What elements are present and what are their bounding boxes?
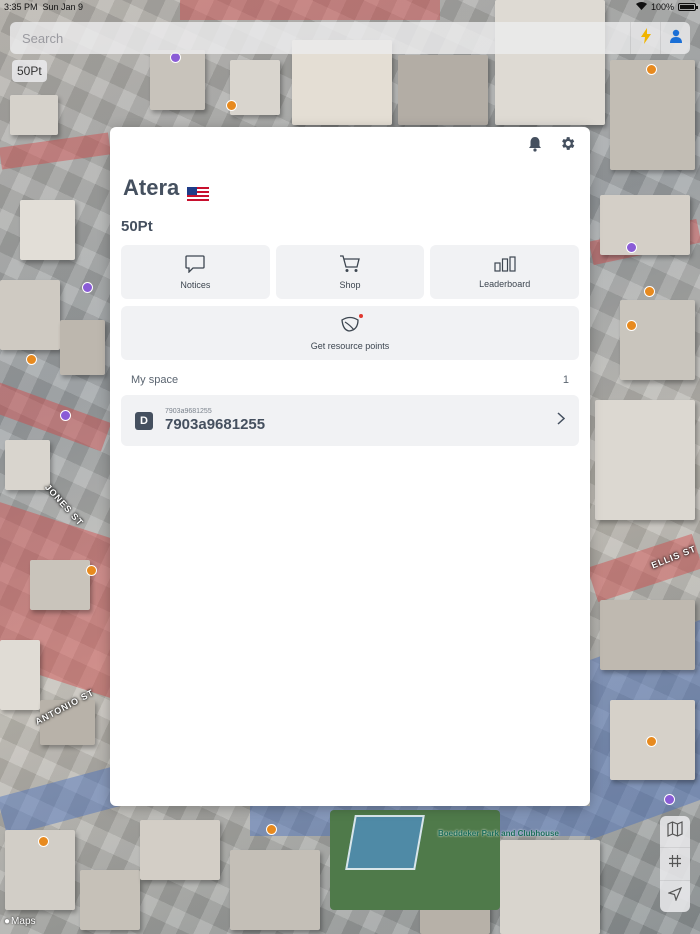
poi-icon — [86, 565, 97, 576]
poi-icon — [644, 286, 655, 297]
poi-icon — [38, 836, 49, 847]
person-icon — [669, 29, 683, 48]
building — [5, 440, 50, 490]
notification-dot — [359, 313, 363, 318]
building — [30, 560, 90, 610]
get-resource-points-button[interactable]: Get resource points — [121, 306, 579, 360]
status-date: Sun Jan 9 — [42, 2, 84, 12]
poi-icon — [646, 64, 657, 75]
building — [595, 400, 695, 520]
poi-icon — [626, 320, 637, 331]
building — [500, 840, 600, 934]
points-balance: 50Pt — [121, 218, 153, 235]
poi-icon — [60, 410, 71, 421]
building — [60, 320, 105, 375]
poi-icon — [82, 282, 93, 293]
leaderboard-label: Leaderboard — [479, 278, 531, 289]
building — [10, 95, 58, 135]
poi-icon — [26, 354, 37, 365]
notices-button[interactable]: Notices — [121, 245, 270, 299]
building — [600, 195, 690, 255]
space-badge: D — [135, 411, 153, 430]
street — [0, 132, 111, 170]
battery-icon — [678, 3, 698, 11]
space-subtitle: 7903a9681255 — [165, 408, 212, 415]
maps-attribution: ● Maps — [4, 916, 36, 927]
my-space-title: My space — [131, 374, 179, 386]
maps-attribution-label: Maps — [11, 916, 36, 927]
poi-icon — [226, 100, 237, 111]
building — [0, 280, 60, 350]
building — [230, 850, 320, 930]
profile-button[interactable] — [660, 22, 690, 54]
my-space-header: My space 1 — [131, 374, 569, 386]
building — [398, 55, 488, 125]
chevron-right-icon — [557, 411, 566, 430]
map-mode-button[interactable] — [660, 816, 690, 849]
map-controls — [660, 816, 690, 912]
poi-icon — [626, 242, 637, 253]
account-panel: Atera 50Pt Notices Shop Leaderboard Get … — [110, 127, 590, 806]
map-icon — [667, 821, 683, 842]
notices-label: Notices — [180, 279, 211, 290]
user-name-row: Atera — [123, 175, 210, 201]
us-flag-icon — [187, 181, 210, 201]
building — [20, 200, 75, 260]
search-bar — [10, 22, 690, 54]
bar-chart-icon — [494, 255, 516, 274]
chat-bubble-icon — [185, 254, 205, 275]
wifi-icon — [635, 2, 647, 12]
notifications-button[interactable] — [526, 136, 544, 157]
leaderboard-button[interactable]: Leaderboard — [430, 245, 580, 299]
gear-icon — [559, 135, 576, 157]
space-title: 7903a9681255 — [165, 416, 266, 433]
cart-icon — [339, 254, 361, 275]
grid-button[interactable] — [660, 848, 690, 881]
poi-icon — [664, 794, 675, 805]
points-chip[interactable]: 50Pt — [12, 60, 47, 82]
building — [620, 300, 695, 380]
status-bar: 3:35 PM Sun Jan 9 100% — [0, 0, 700, 14]
lightning-button[interactable] — [630, 22, 660, 54]
search-input[interactable] — [10, 22, 630, 54]
lightning-icon — [640, 27, 652, 49]
building — [140, 820, 220, 880]
street — [587, 533, 700, 603]
leaf-icon — [340, 313, 363, 336]
locate-button[interactable] — [660, 881, 690, 912]
my-space-count: 1 — [562, 374, 569, 386]
building — [600, 600, 695, 670]
space-list-item[interactable]: D 7903a9681255 7903a9681255 — [121, 395, 579, 446]
location-arrow-icon — [667, 886, 683, 906]
battery-fill — [680, 5, 694, 9]
park-label: Boeddeker Park and Clubhouse — [438, 829, 559, 838]
hashtag-grid-icon — [668, 854, 682, 873]
shop-label: Shop — [339, 279, 361, 290]
status-time: 3:35 PM — [4, 2, 38, 12]
get-resource-points-label: Get resource points — [310, 340, 390, 351]
user-name: Atera — [123, 175, 180, 200]
battery-percent: 100% — [650, 2, 674, 12]
building — [610, 60, 695, 170]
apple-logo-icon: ● — [4, 916, 11, 927]
poi-icon — [266, 824, 277, 835]
poi-icon — [646, 736, 657, 747]
settings-button[interactable] — [558, 137, 576, 155]
building — [80, 870, 140, 930]
building — [495, 0, 605, 125]
building — [230, 60, 280, 115]
building — [0, 640, 40, 710]
basketball-court — [345, 815, 425, 870]
bell-icon — [527, 136, 543, 157]
shop-button[interactable]: Shop — [275, 245, 425, 299]
